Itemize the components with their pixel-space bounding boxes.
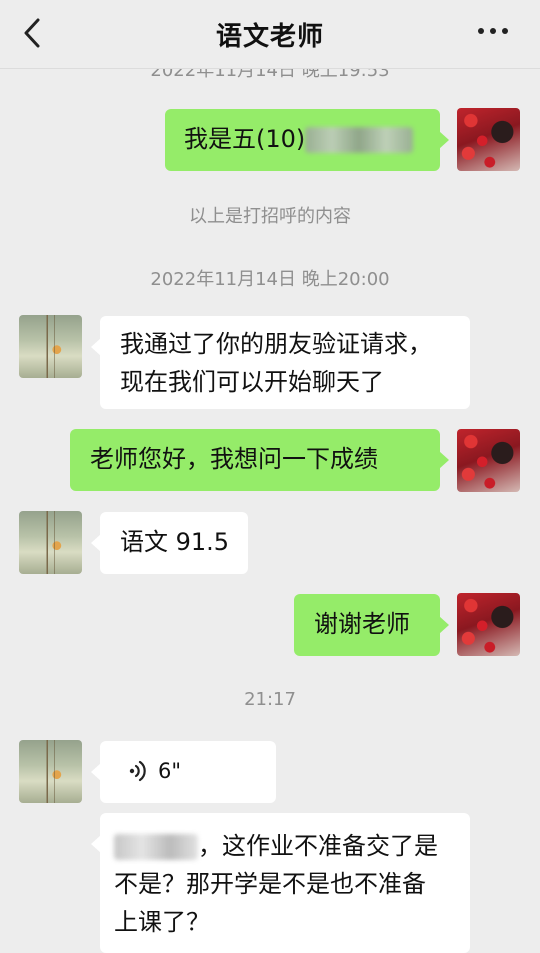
message-text-line: ，这作业不准备交了是 <box>198 832 438 860</box>
avatar-teacher[interactable] <box>19 740 82 803</box>
message-text-line: 上课了？ <box>114 908 210 936</box>
message-bubble-sent[interactable]: 我是五(10) <box>165 109 449 171</box>
message-text: 老师您好，我想问一下成绩 <box>90 445 378 473</box>
message-bubble-received[interactable]: ，这作业不准备交了是 不是？那开学是不是也不准备 上课了？ <box>91 813 470 953</box>
message-text: 我是五(10) <box>184 125 306 153</box>
avatar-teacher[interactable] <box>19 315 82 378</box>
message-bubble-received[interactable]: 我通过了你的朋友验证请求， 现在我们可以开始聊天了 <box>91 316 470 409</box>
message-text-line: 现在我们可以开始聊天了 <box>120 368 384 396</box>
voice-duration: 6" <box>158 759 182 783</box>
avatar-me[interactable] <box>457 429 520 492</box>
message-text: 谢谢老师 <box>314 610 410 638</box>
chat-header: 语文老师 <box>0 0 540 69</box>
system-note: 以上是打招呼的内容 <box>189 206 351 227</box>
message-text-line: 我通过了你的朋友验证请求， <box>120 330 432 358</box>
redacted-name <box>114 834 198 860</box>
timestamp: 21:17 <box>244 689 296 710</box>
avatar-teacher[interactable] <box>19 511 82 574</box>
voice-wave-icon <box>129 760 146 782</box>
voice-message-bubble[interactable]: 6" <box>91 741 276 803</box>
message-text: 语文 91.5 <box>120 528 230 556</box>
avatar-me[interactable] <box>457 108 520 171</box>
more-horizontal-icon[interactable] <box>478 28 512 38</box>
chat-title: 语文老师 <box>215 22 324 52</box>
avatar-me[interactable] <box>457 593 520 656</box>
message-bubble-sent[interactable]: 谢谢老师 <box>294 594 449 656</box>
message-bubble-received[interactable]: 语文 91.5 <box>91 512 248 574</box>
message-text-line: 不是？那开学是不是也不准备 <box>114 870 426 898</box>
timestamp: 2022年11月14日 晚上20:00 <box>150 269 390 290</box>
message-bubble-sent[interactable]: 老师您好，我想问一下成绩 <box>70 429 449 491</box>
redacted-name <box>305 127 414 153</box>
